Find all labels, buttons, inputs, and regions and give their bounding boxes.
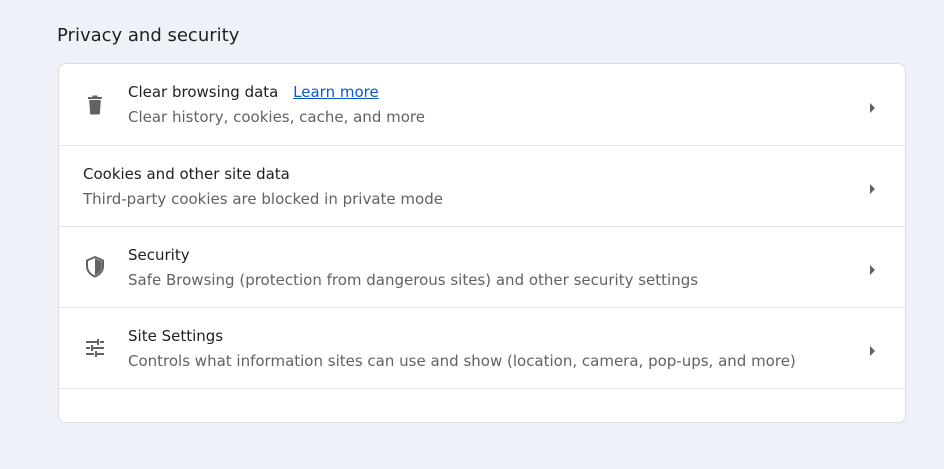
chevron-right-icon <box>867 261 877 275</box>
clear-browsing-data-row[interactable]: Clear browsing data Learn more Clear his… <box>59 64 905 145</box>
row-title: Cookies and other site data <box>83 165 290 183</box>
site-settings-row[interactable]: Site Settings Controls what information … <box>59 307 905 388</box>
row-title: Site Settings <box>128 327 224 345</box>
trash-icon <box>83 93 107 117</box>
row-title: Clear browsing data <box>128 83 279 101</box>
sliders-icon <box>83 336 107 360</box>
row-subtitle: Third-party cookies are blocked in priva… <box>83 190 443 208</box>
shield-icon <box>83 255 107 279</box>
cookies-row[interactable]: Cookies and other site data Third-party … <box>59 145 905 226</box>
chevron-right-icon <box>867 180 877 194</box>
learn-more-link[interactable]: Learn more <box>293 83 379 101</box>
next-row-partial[interactable] <box>59 388 905 469</box>
chevron-right-icon <box>867 99 877 113</box>
row-subtitle: Controls what information sites can use … <box>128 352 796 370</box>
section-title: Privacy and security <box>57 25 240 46</box>
chevron-right-icon <box>867 342 877 356</box>
row-title: Security <box>128 246 190 264</box>
privacy-settings-card: Clear browsing data Learn more Clear his… <box>58 63 906 423</box>
row-subtitle: Safe Browsing (protection from dangerous… <box>128 271 699 289</box>
security-row[interactable]: Security Safe Browsing (protection from … <box>59 226 905 307</box>
row-subtitle: Clear history, cookies, cache, and more <box>128 108 425 126</box>
